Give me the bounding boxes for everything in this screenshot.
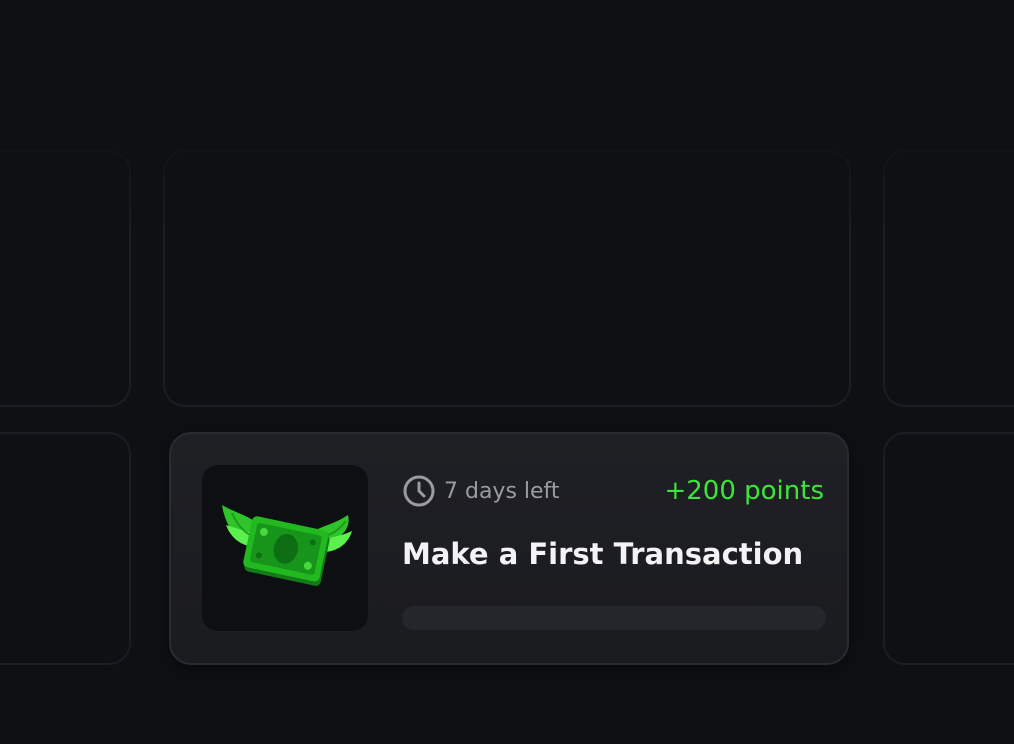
time-left-label: 7 days left [444, 478, 560, 504]
task-thumbnail [202, 465, 368, 631]
progress-bar [402, 606, 826, 630]
placeholder-card [883, 432, 1014, 665]
points-reward: +200 points [664, 476, 824, 506]
task-grid: 7 days left +200 points Make a First Tra… [0, 0, 1014, 744]
time-remaining: 7 days left [402, 473, 560, 509]
winged-money-icon [222, 505, 352, 586]
clock-icon [403, 475, 435, 507]
placeholder-card [883, 150, 1014, 407]
placeholder-card [0, 432, 131, 665]
placeholder-card [0, 150, 131, 407]
placeholder-card [163, 150, 851, 407]
task-title: Make a First Transaction [402, 537, 804, 571]
task-card[interactable]: 7 days left +200 points Make a First Tra… [169, 432, 849, 665]
